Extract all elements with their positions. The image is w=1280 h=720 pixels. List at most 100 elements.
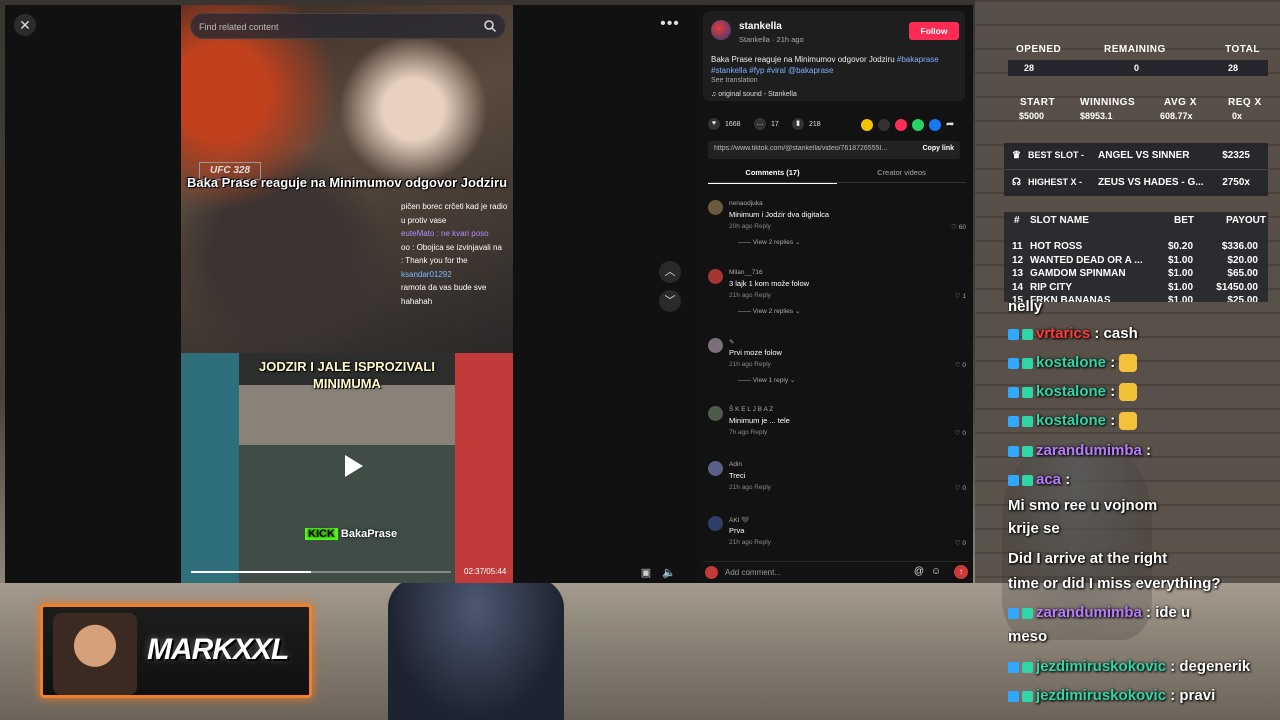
chat-message: time or did I miss everything?	[1008, 573, 1280, 594]
previous-video-icon[interactable]: ︿	[659, 261, 681, 283]
copy-link-button[interactable]: Copy link	[922, 145, 954, 152]
remaining-label: REMAINING	[1104, 44, 1166, 55]
chat-username[interactable]: kostalone	[1036, 383, 1106, 400]
slot-name: RIP CITY	[1030, 281, 1073, 293]
comment-meta-reply[interactable]: 21h ago Reply	[729, 292, 771, 299]
see-translation-link[interactable]: See translation	[711, 77, 758, 84]
tab-comments[interactable]: Comments (17)	[708, 168, 837, 184]
chat-username[interactable]: vrtarics	[1036, 325, 1090, 342]
save-button[interactable]: ▮ 218	[792, 117, 821, 133]
comment-text: 3 lajk 1 kom može folow	[729, 279, 810, 288]
commenter-name[interactable]: Š K E L J B A Z	[729, 406, 773, 413]
avg-label: AVG X	[1164, 97, 1197, 108]
chat-username[interactable]: zarandumimba	[1036, 442, 1142, 459]
chat-username[interactable]: aca	[1036, 471, 1061, 488]
author-name[interactable]: stankella	[739, 21, 782, 32]
video-player[interactable]: UFC 328 Baka Prase reaguje na Minimumov …	[181, 5, 513, 583]
commenter-name[interactable]: nenaodjuka	[729, 200, 763, 207]
hashtag-link[interactable]: #stankella	[711, 66, 747, 75]
volume-icon[interactable]: 🔈	[661, 565, 677, 581]
comment-meta-reply[interactable]: 20h ago Reply	[729, 223, 771, 230]
opened-label: OPENED	[1016, 44, 1062, 55]
header-payout: PAYOUT	[1226, 215, 1267, 226]
play-icon[interactable]	[345, 455, 363, 477]
commenter-name[interactable]: Adin	[729, 461, 742, 468]
comment-meta-reply[interactable]: 21h ago Reply	[729, 361, 771, 368]
hashtag-link[interactable]: #bakaprase	[897, 55, 939, 64]
close-icon[interactable]: ✕	[14, 14, 36, 36]
hashtag-link[interactable]: @bakaprase	[788, 66, 833, 75]
search-input[interactable]	[199, 18, 469, 36]
slot-num: 14	[1012, 281, 1024, 293]
commenter-name[interactable]: AKI 🖤	[729, 516, 749, 524]
comment-like-button[interactable]: ♡ 0	[955, 361, 966, 369]
commenter-avatar[interactable]	[708, 200, 723, 215]
mention-icon[interactable]: @	[912, 565, 926, 579]
coin-icon[interactable]	[861, 119, 873, 131]
more-options-icon[interactable]: •••	[658, 15, 682, 35]
slot-num: 13	[1012, 268, 1024, 279]
share-arrow-icon[interactable]: ➦	[946, 119, 958, 131]
comment-like-button[interactable]: ♡ 1	[955, 292, 966, 300]
embed-icon[interactable]	[878, 119, 890, 131]
emote-icon	[1119, 354, 1138, 373]
comment-meta-reply[interactable]: 21h ago Reply	[729, 539, 771, 546]
follow-button[interactable]: Follow	[909, 22, 959, 40]
commenter-avatar[interactable]	[708, 269, 723, 284]
video-url[interactable]: https://www.tiktok.com/@stankella/video/…	[714, 145, 909, 152]
comment-like-button[interactable]: ♡ 60	[951, 223, 966, 231]
send-to-friends-icon[interactable]	[895, 119, 907, 131]
winnings-label: WINNINGS	[1080, 97, 1136, 108]
chat-text: : degenerik	[1170, 658, 1251, 675]
slot-payout: $65.00	[1227, 268, 1258, 279]
commenter-name[interactable]: ✎	[729, 338, 734, 346]
video-progress-bar[interactable]	[191, 571, 451, 573]
miniplayer-icon[interactable]: ▣	[638, 565, 654, 581]
chat-message: vrtarics : cash	[1008, 323, 1280, 344]
tiktok-window: ✕ ••• UFC 328 Baka Prase reaguje na Mini…	[5, 5, 973, 583]
chat-username[interactable]: zarandumimba	[1036, 604, 1142, 621]
sound-link[interactable]: ♫ original sound - Stankella	[711, 91, 797, 98]
chat-username[interactable]: jezdimiruskokovic	[1036, 658, 1166, 675]
hashtag-link[interactable]: #fyp	[749, 66, 764, 75]
chat-badge-icon	[1008, 357, 1019, 369]
author-avatar[interactable]	[711, 20, 731, 40]
view-replies-button[interactable]: —— View 2 replies ⌄	[738, 238, 800, 246]
chat-username[interactable]: kostalone	[1036, 354, 1106, 371]
hashtag-link[interactable]: #viral	[767, 66, 786, 75]
facebook-icon[interactable]	[929, 119, 941, 131]
tab-creator-videos[interactable]: Creator videos	[837, 168, 966, 177]
punching-bag	[388, 578, 564, 720]
comment-meta-reply[interactable]: 7h ago Reply	[729, 429, 767, 436]
next-video-icon[interactable]: ﹀	[659, 290, 681, 312]
slot-name: WANTED DEAD OR A ...	[1030, 254, 1143, 266]
like-button[interactable]: ♥ 1668	[708, 117, 741, 133]
slot-payout: $20.00	[1227, 254, 1258, 266]
commenter-avatar[interactable]	[708, 406, 723, 421]
commenter-avatar[interactable]	[708, 338, 723, 353]
search-bar[interactable]	[190, 13, 506, 39]
whatsapp-icon[interactable]	[912, 119, 924, 131]
emoji-icon[interactable]: ☺	[929, 565, 943, 579]
commenter-name[interactable]: Milan__716	[729, 269, 763, 276]
comment-like-button[interactable]: ♡ 0	[955, 539, 966, 547]
chat-username[interactable]: jezdimiruskokovic	[1036, 687, 1166, 704]
comment-like-button[interactable]: ♡ 0	[955, 484, 966, 492]
best-slot-name: ANGEL VS SINNER	[1098, 150, 1190, 161]
view-replies-button[interactable]: —— View 2 replies ⌄	[738, 307, 800, 315]
crown-icon: ♛	[1012, 150, 1021, 161]
comment-meta-reply[interactable]: 21h ago Reply	[729, 484, 771, 491]
comment-button[interactable]: … 17	[754, 117, 779, 133]
action-bar: ♥ 1668 … 17 ▮ 218 ➦	[708, 117, 966, 133]
view-replies-button[interactable]: —— View 1 reply ⌄	[738, 376, 795, 384]
send-icon[interactable]: ↑	[954, 565, 968, 579]
remaining-value: 0	[1134, 63, 1140, 73]
comment-like-button[interactable]: ♡ 0	[955, 429, 966, 437]
video-chat-line: pičen borec crčeti kad je radio	[401, 202, 508, 211]
commenter-avatar[interactable]	[708, 516, 723, 531]
comment-input[interactable]	[725, 565, 925, 579]
search-icon[interactable]	[483, 19, 497, 33]
commenter-avatar[interactable]	[708, 461, 723, 476]
chat-username[interactable]: kostalone	[1036, 412, 1106, 429]
highest-x-value: 2750x	[1222, 177, 1250, 188]
